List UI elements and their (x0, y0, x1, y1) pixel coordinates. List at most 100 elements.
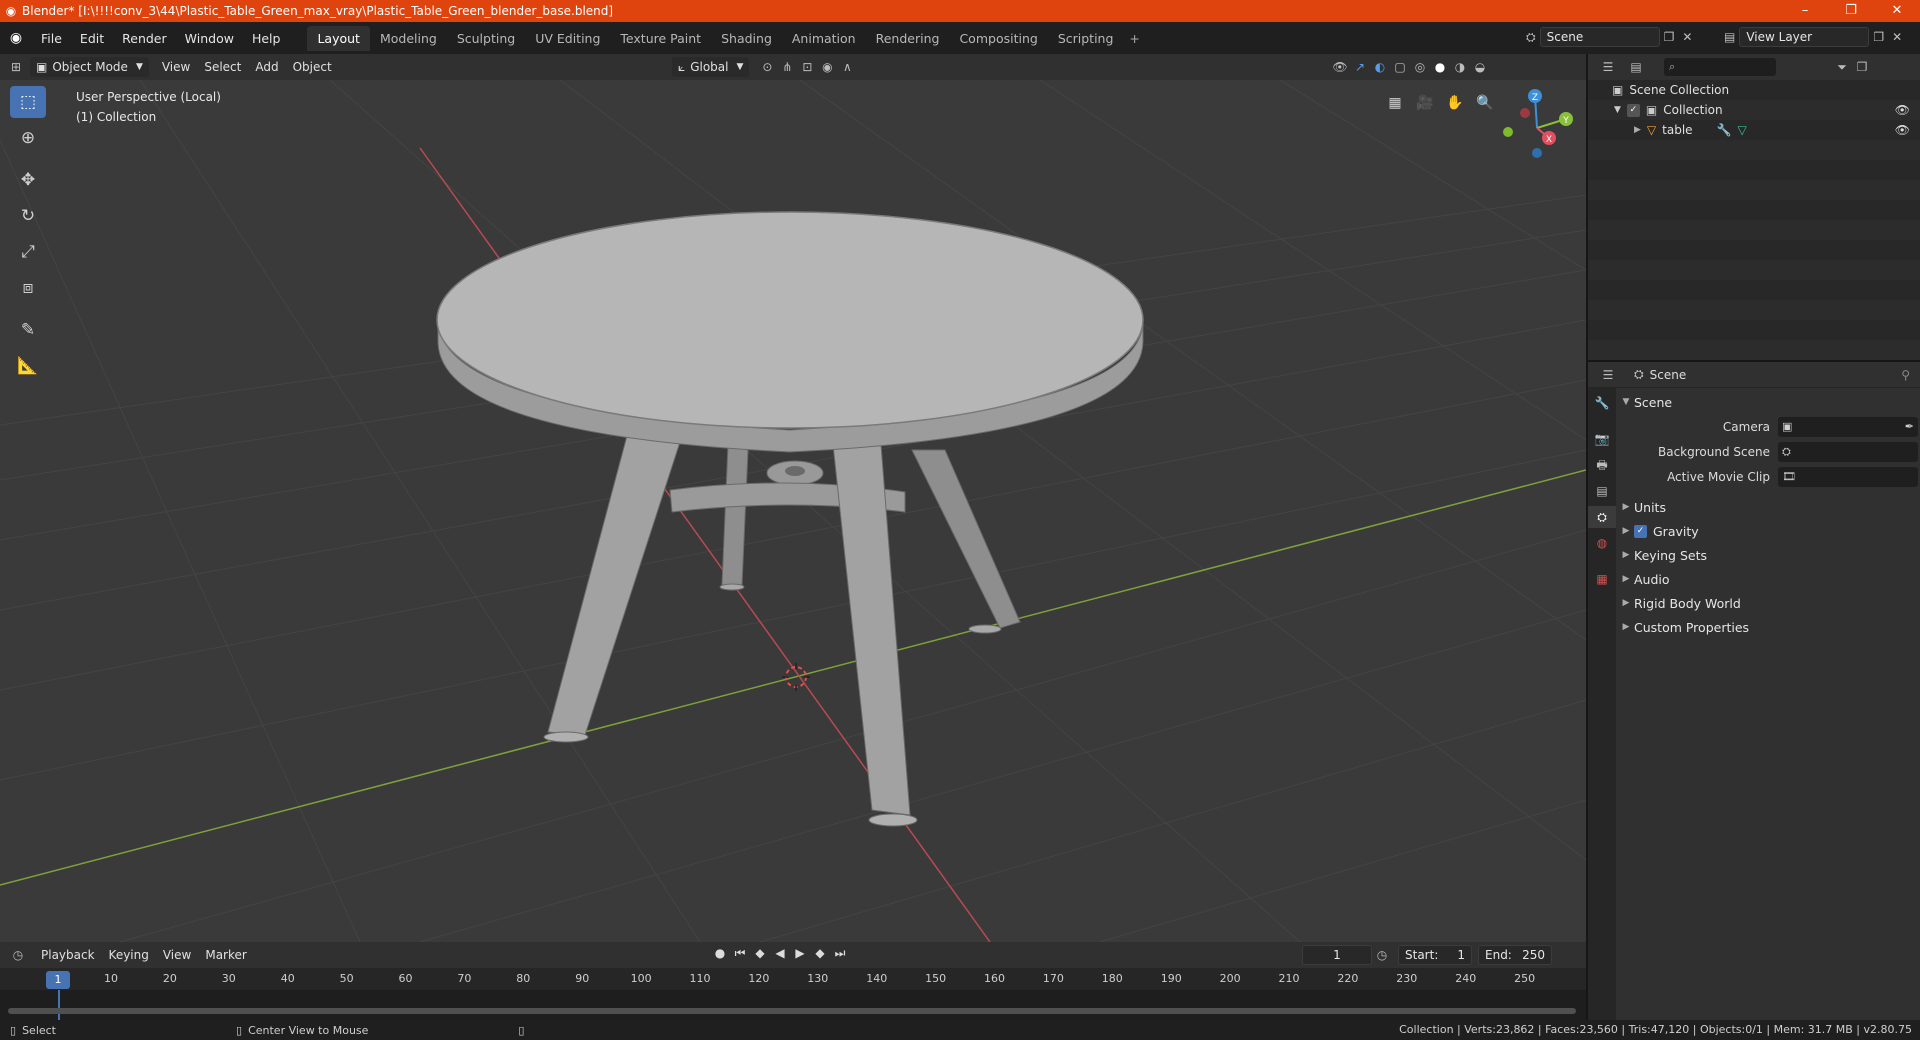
expand-arrow-icon[interactable]: ▼ (1614, 105, 1621, 115)
scene-tab-icon[interactable]: ⛭ (1588, 506, 1616, 528)
jump-end-icon[interactable]: ⏭ (830, 946, 850, 961)
tab-shading[interactable]: Shading (711, 26, 782, 51)
audio-panel-header[interactable]: ▶ Audio (1618, 567, 1918, 591)
grid-icon[interactable]: ▦ (1380, 88, 1410, 118)
end-frame-field[interactable]: End: 250 (1478, 945, 1552, 965)
menu-edit[interactable]: Edit (71, 31, 113, 46)
view-layer-field[interactable]: View Layer (1739, 27, 1870, 47)
tab-compositing[interactable]: Compositing (949, 26, 1047, 51)
modifier-wrench-icon[interactable]: 🔧 (1717, 123, 1732, 137)
menu-view[interactable]: View (155, 60, 197, 74)
menu-marker[interactable]: Marker (198, 948, 253, 962)
material-shading-icon[interactable]: ◑ (1450, 57, 1470, 77)
playhead[interactable] (58, 990, 60, 1020)
menu-file[interactable]: File (32, 31, 71, 46)
properties-editor-type-icon[interactable]: ☰ (1598, 365, 1618, 385)
measure-icon[interactable]: 📐 (10, 350, 46, 382)
blender-menu-icon[interactable]: ◉ (0, 30, 32, 46)
rendered-shading-icon[interactable]: ◒ (1470, 57, 1490, 77)
navigation-gizmo[interactable]: Z Y X (1503, 89, 1573, 158)
camera-icon[interactable]: 🎥 (1410, 88, 1440, 118)
select-box-icon[interactable]: ⬚ (10, 86, 46, 118)
maximize-button[interactable]: ❐ (1828, 0, 1874, 22)
mesh-data-icon[interactable]: ▽ (1738, 123, 1747, 137)
menu-playback[interactable]: Playback (34, 948, 102, 962)
outliner-row-collection[interactable]: ▼ ✓ ▣ Collection 👁 (1588, 100, 1920, 120)
new-scene-icon[interactable]: ❐ (1660, 30, 1679, 44)
prev-keyframe-icon[interactable]: ◆ (750, 946, 770, 961)
add-workspace-button[interactable]: + (1123, 26, 1145, 51)
tool-tab-icon[interactable]: 🔧 (1588, 392, 1616, 414)
jump-start-icon[interactable]: ⏮ (730, 946, 750, 961)
hand-icon[interactable]: ✋ (1440, 88, 1470, 118)
3d-viewport[interactable]: Z Y X User Perspective (Local) (1) Colle… (0, 80, 1586, 942)
tab-sculpting[interactable]: Sculpting (447, 26, 525, 51)
filter-icon[interactable]: ⏷ (1832, 57, 1852, 77)
overlay-toggle-icon[interactable]: ◐ (1370, 57, 1390, 77)
record-icon[interactable]: ● (710, 946, 730, 961)
move-icon[interactable]: ✥ (10, 164, 46, 196)
current-frame-marker[interactable]: 1 (46, 971, 70, 989)
scene-panel-header[interactable]: ▼ Scene (1618, 390, 1918, 414)
tab-texture-paint[interactable]: Texture Paint (610, 26, 711, 51)
eyedropper-icon[interactable]: ✒ (1905, 420, 1914, 433)
new-collection-icon[interactable]: ❐ (1852, 57, 1872, 77)
world-tab-icon[interactable]: ◍ (1588, 532, 1616, 554)
pivot-icon[interactable]: ⊙ (757, 57, 777, 77)
scene-icon[interactable]: ⛭ (1522, 30, 1540, 45)
tab-uv-editing[interactable]: UV Editing (525, 26, 610, 51)
pin-icon[interactable]: ⚲ (1901, 368, 1910, 382)
play-reverse-icon[interactable]: ◀ (770, 946, 790, 961)
texture-tab-icon[interactable]: ▦ (1588, 568, 1616, 590)
proportional-edit-icon[interactable]: ◉ (817, 57, 837, 77)
keying-sets-panel-header[interactable]: ▶ Keying Sets (1618, 543, 1918, 567)
tab-rendering[interactable]: Rendering (866, 26, 950, 51)
table-object[interactable] (436, 211, 1144, 827)
view-layer-icon[interactable]: ▤ (1720, 30, 1739, 44)
menu-help[interactable]: Help (243, 31, 290, 46)
visibility-eye-icon[interactable]: 👁 (1895, 103, 1910, 117)
next-keyframe-icon[interactable]: ◆ (810, 946, 830, 961)
visibility-icon[interactable]: 👁 (1330, 57, 1350, 77)
rigid-body-panel-header[interactable]: ▶ Rigid Body World (1618, 591, 1918, 615)
start-frame-field[interactable]: Start: 1 (1398, 945, 1472, 965)
mode-dropdown[interactable]: ▣ Object Mode ▼ (30, 57, 149, 77)
play-icon[interactable]: ▶ (790, 946, 810, 961)
output-tab-icon[interactable]: 🖶 (1588, 454, 1616, 476)
gravity-checkbox[interactable]: ✓ (1634, 524, 1647, 538)
units-panel-header[interactable]: ▶ Units (1618, 495, 1918, 519)
solid-shading-icon[interactable]: ● (1430, 57, 1450, 77)
orientation-dropdown[interactable]: ⟀ Global ▼ (672, 57, 750, 77)
expand-arrow-icon[interactable]: ▶ (1634, 125, 1641, 135)
timeline-editor-type-icon[interactable]: ◷ (8, 945, 28, 965)
falloff-icon[interactable]: ∧ (837, 57, 857, 77)
snap-target-icon[interactable]: ⊡ (797, 57, 817, 77)
delete-scene-icon[interactable]: ✕ (1678, 30, 1696, 44)
annotate-icon[interactable]: ✎ (10, 314, 46, 346)
menu-keying[interactable]: Keying (102, 948, 156, 962)
outliner-row-table[interactable]: ▶ ▽ table 🔧 ▽ 👁 (1588, 120, 1920, 140)
clock-icon[interactable]: ◷ (1372, 945, 1392, 965)
outliner-search-input[interactable]: ⌕ (1664, 58, 1776, 76)
view-layer-tab-icon[interactable]: ▤ (1588, 480, 1616, 502)
menu-object[interactable]: Object (286, 60, 339, 74)
movie-clip-field[interactable]: 🎞 (1778, 466, 1918, 487)
tab-scripting[interactable]: Scripting (1048, 26, 1124, 51)
render-tab-icon[interactable]: 📷 (1588, 428, 1616, 450)
custom-properties-panel-header[interactable]: ▶ Custom Properties (1618, 615, 1918, 639)
new-view-layer-icon[interactable]: ❐ (1869, 30, 1888, 44)
timeline-scrollbar[interactable] (8, 1008, 1576, 1014)
zoom-icon[interactable]: 🔍 (1470, 88, 1500, 118)
gravity-panel-header[interactable]: ▶ ✓ Gravity (1618, 519, 1918, 543)
frame-ruler[interactable]: 1 10 20 30 40 50 60 70 80 90 100 110 120 130 140 150 160… (0, 968, 1586, 990)
minimize-button[interactable]: – (1782, 0, 1828, 22)
timeline-track[interactable] (0, 990, 1586, 1020)
editor-type-icon[interactable]: ⊞ (6, 57, 26, 77)
menu-timeline-view[interactable]: View (156, 948, 198, 962)
scale-icon[interactable]: ⤢ (10, 236, 46, 268)
wireframe-shading-icon[interactable]: ◎ (1410, 57, 1430, 77)
delete-view-layer-icon[interactable]: ✕ (1888, 30, 1906, 44)
collection-checkbox[interactable]: ✓ (1626, 103, 1640, 117)
menu-render[interactable]: Render (113, 31, 176, 46)
menu-window[interactable]: Window (176, 31, 243, 46)
